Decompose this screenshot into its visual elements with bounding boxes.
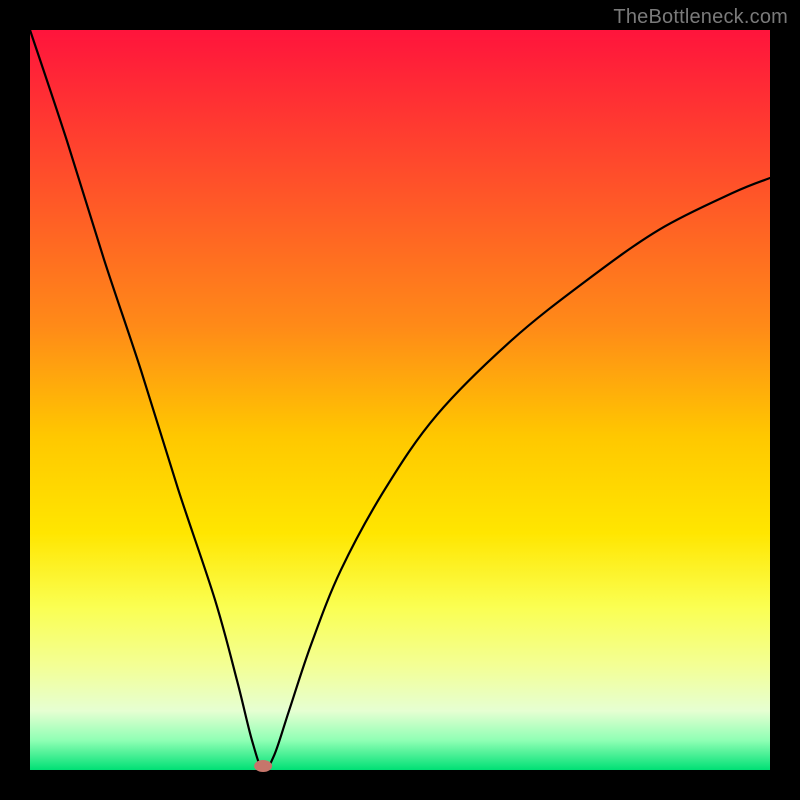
bottleneck-curve <box>30 30 770 770</box>
optimum-marker <box>254 760 272 772</box>
plot-area <box>30 30 770 770</box>
attribution-label: TheBottleneck.com <box>613 6 788 29</box>
chart-frame: TheBottleneck.com <box>0 0 800 800</box>
curve-svg <box>30 30 770 770</box>
